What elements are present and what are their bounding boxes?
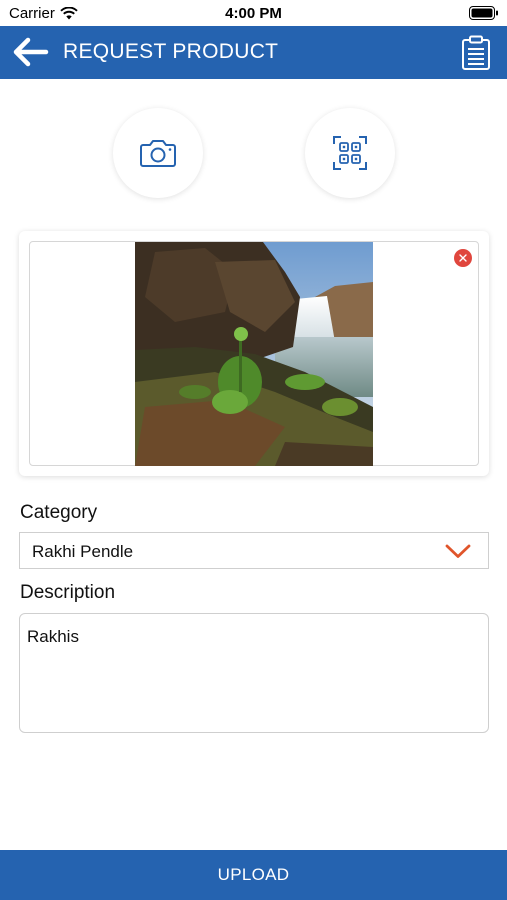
image-preview-card [19, 231, 489, 476]
close-icon [459, 254, 467, 262]
category-value: Rakhi Pendle [32, 542, 134, 561]
image-frame [29, 241, 479, 466]
status-time: 4:00 PM [225, 5, 282, 22]
clipboard-button[interactable] [459, 33, 493, 73]
description-value: Rakhis [27, 627, 79, 646]
category-select[interactable]: Rakhi Pendle [19, 532, 489, 569]
page-title: REQUEST PRODUCT [63, 40, 279, 63]
upload-button[interactable]: UPLOAD [0, 850, 507, 900]
qr-scan-icon [333, 136, 367, 170]
camera-icon [140, 140, 176, 167]
back-button[interactable] [10, 35, 50, 69]
product-photo [135, 242, 373, 466]
description-field[interactable]: Rakhis [19, 613, 489, 733]
status-bar: Carrier 4:00 PM [0, 0, 507, 26]
camera-button[interactable] [113, 108, 203, 198]
arrow-left-icon [13, 37, 49, 67]
chevron-down-icon [445, 544, 471, 558]
remove-image-button[interactable] [454, 249, 472, 267]
product-photo-image [135, 242, 373, 466]
nav-bar: REQUEST PRODUCT [0, 26, 507, 79]
description-label: Description [20, 582, 116, 603]
clipboard-icon [462, 35, 490, 70]
qr-scan-button[interactable] [305, 108, 395, 198]
category-label: Category [20, 502, 98, 523]
battery-icon [469, 6, 498, 20]
